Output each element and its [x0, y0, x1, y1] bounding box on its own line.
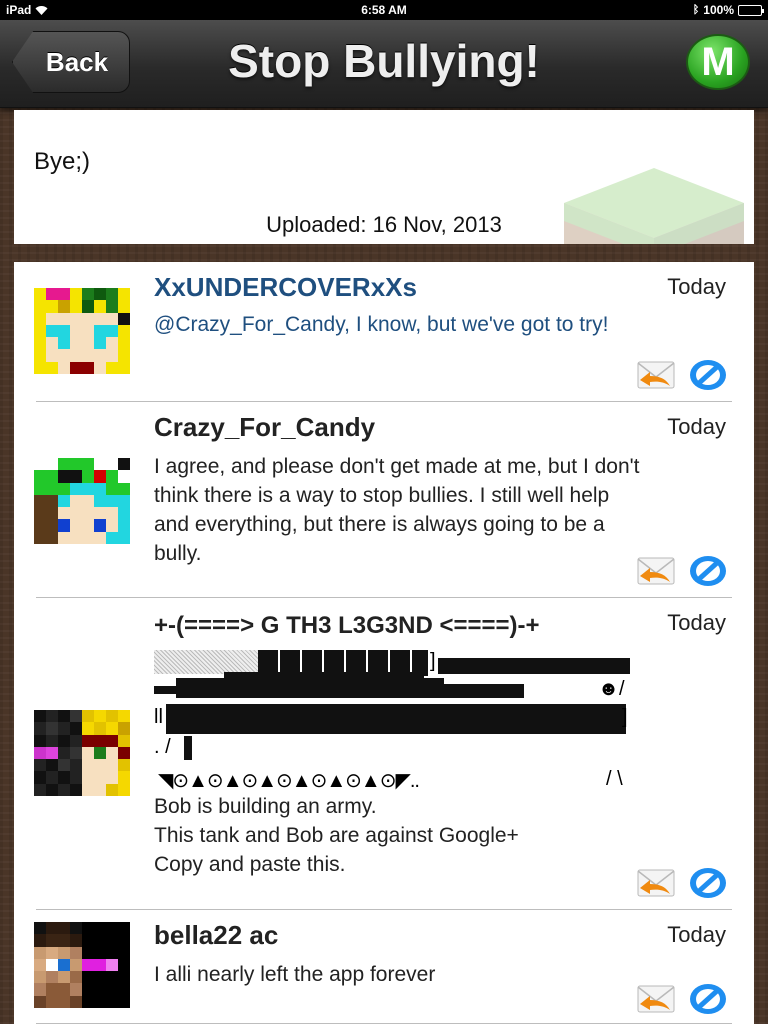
- upload-date: Uploaded: 16 Nov, 2013: [266, 212, 502, 237]
- comment-username[interactable]: XxUNDERCOVERxXs: [154, 272, 417, 303]
- avatar: [34, 922, 130, 1008]
- avatar: [34, 710, 130, 796]
- status-time: 6:58 AM: [361, 3, 407, 17]
- battery-icon: [738, 4, 764, 16]
- comment-message: I alli nearly left the app forever: [154, 963, 436, 986]
- comment-time: Today: [667, 610, 726, 635]
- tank-row-5: . /: [154, 736, 171, 758]
- status-bar: iPad 6:58 AM ᛒ 100%: [0, 0, 768, 20]
- battery-percent: 100%: [703, 3, 734, 17]
- block-icon[interactable]: [688, 554, 728, 588]
- block-icon[interactable]: [688, 866, 728, 900]
- comment-item: XxUNDERCOVERxXs Today @Crazy_For_Candy, …: [34, 262, 732, 402]
- reply-envelope-icon[interactable]: [636, 982, 676, 1016]
- tank-row-4-left: ll: [154, 706, 163, 728]
- comment-username[interactable]: bella22 ac: [154, 920, 278, 951]
- tank-smiley: ☻/: [598, 678, 625, 700]
- avatar: [34, 288, 130, 374]
- comment-item: bella22 ac Today I alli nearly left the …: [34, 910, 732, 1024]
- post-text: Bye;): [34, 148, 91, 175]
- menu-button[interactable]: M: [686, 34, 750, 90]
- comment-time: Today: [667, 414, 726, 439]
- block-icon[interactable]: [688, 358, 728, 392]
- tank-row-6: ◥⊙▲⊙▲⊙▲⊙▲⊙▲⊙▲⊙◤..: [158, 770, 420, 792]
- device-label: iPad: [6, 3, 32, 17]
- bluetooth-icon: ᛒ: [692, 4, 700, 16]
- comment-message: @Crazy_For_Candy, I know, but we've got …: [154, 313, 609, 336]
- tank-row-4-right: ]: [622, 706, 628, 728]
- page-title: Stop Bullying!: [228, 35, 540, 87]
- avatar: [34, 458, 130, 544]
- comment-item: +-(====> G TH3 L3G3ND <====)-+ Today ] ☻…: [34, 598, 732, 910]
- comment-time: Today: [667, 922, 726, 947]
- tank-row-6-right: / \: [606, 768, 623, 790]
- ascii-tank-art: ] ☻/ ll ] . / ◥⊙▲⊙▲⊙▲⊙▲⊙▲⊙▲⊙◤.. / \: [154, 650, 634, 800]
- comment-time: Today: [667, 274, 726, 299]
- wifi-icon: [35, 5, 48, 15]
- reply-envelope-icon[interactable]: [636, 866, 676, 900]
- reply-envelope-icon[interactable]: [636, 358, 676, 392]
- tank-row-1: ]: [430, 650, 436, 672]
- block-icon[interactable]: [688, 982, 728, 1016]
- comment-list: XxUNDERCOVERxXs Today @Crazy_For_Candy, …: [14, 262, 754, 1024]
- comment-message: I agree, and please don't get made at me…: [154, 455, 640, 565]
- comment-username[interactable]: Crazy_For_Candy: [154, 412, 375, 443]
- comment-item: Crazy_For_Candy Today I agree, and pleas…: [34, 402, 732, 598]
- nav-bar: Back Stop Bullying! M: [0, 20, 768, 108]
- reply-envelope-icon[interactable]: [636, 554, 676, 588]
- comment-message: Bob is building an army. This tank and B…: [154, 795, 519, 876]
- post-card: Bye;) Uploaded: 16 Nov, 2013: [14, 110, 754, 244]
- comment-username[interactable]: +-(====> G TH3 L3G3ND <====)-+: [154, 612, 540, 640]
